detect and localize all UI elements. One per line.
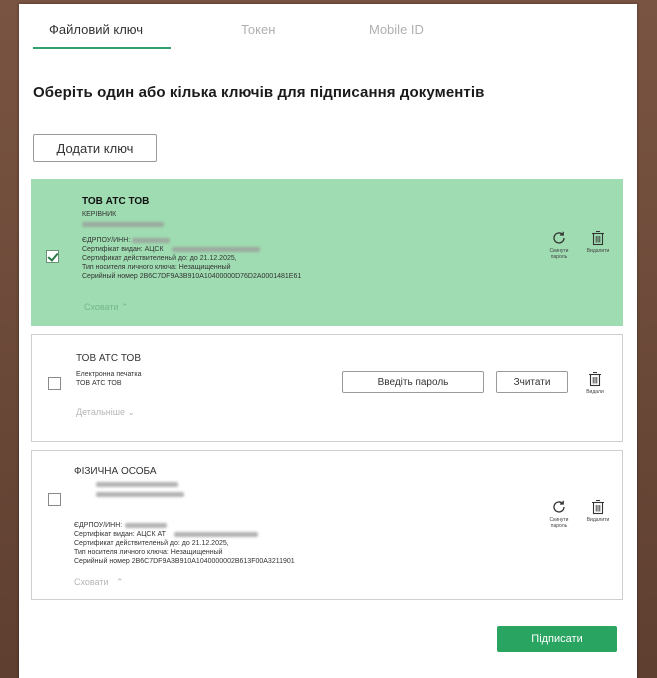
collapse-toggle[interactable]: Сховати ⌃ [84,302,129,313]
key-cert-valid: Сертификат действителеньй до: до 21.12.2… [74,540,229,547]
reset-password-label: Скинути пароль [549,248,569,260]
redacted-edrpou [125,523,167,528]
key-serial: Серийный номер 2B6C7DF9A3B910A10400000D7… [82,273,302,280]
collapse-toggle[interactable]: Сховати ⌃ [74,577,124,588]
key-carrier: Тип носителя личного ключа: Незащищенный [74,549,223,556]
page-title: Оберіть один або кілька ключів для підпи… [33,84,485,101]
tab-bar: Файловий ключ Токен Mobile ID [19,4,637,52]
trash-icon [592,230,604,246]
key-checkbox-3[interactable] [48,493,61,506]
key-checkbox-2[interactable] [48,377,61,390]
key-name: ФІЗИЧНА ОСОБА [74,466,157,477]
tab-token[interactable]: Токен [241,22,275,37]
key-card-2[interactable]: ТОВ АТС ТОВ Електронна печатка ТОВ АТС Т… [31,334,623,442]
key-card-1[interactable]: ТОВ АТС ТОВ КЕРІВНИК ЄДРПОУ/ИНН: Сертифі… [31,179,623,326]
reset-password-button[interactable]: Скинути пароль [544,230,574,260]
key-org: ТОВ АТС ТОВ [76,380,122,387]
tab-file-key[interactable]: Файловий ключ [49,22,143,37]
trash-icon [592,499,604,515]
delete-label: Видали [586,389,604,395]
key-name: ТОВ АТС ТОВ [82,196,150,207]
key-cert-valid: Сертификат действителеньй до: до 21.12.2… [82,255,237,262]
refresh-icon [553,500,565,513]
redacted-edrpou [132,238,170,243]
read-key-button[interactable]: Зчитати [496,371,568,393]
active-tab-indicator [33,47,171,49]
key-card-3[interactable]: ФІЗИЧНА ОСОБА ЄДРПОУ/ИНН: Сертифікат вид… [31,450,623,600]
key-edrpou-label: ЄДРПОУ/ИНН: [82,237,131,244]
expand-toggle[interactable]: Детальніше ⌄ [76,407,135,418]
key-checkbox-1[interactable] [46,250,59,263]
key-type: Електронна печатка [76,371,142,378]
key-name: ТОВ АТС ТОВ [76,353,141,364]
key-cert-issuer: Сертифікат видан: АЦСК [82,246,164,253]
redacted-issuer [172,247,260,252]
signing-panel: Файловий ключ Токен Mobile ID Оберіть од… [19,4,637,678]
delete-key-button[interactable]: Видалити [583,230,613,254]
reset-password-button[interactable]: Скинути пароль [544,499,574,529]
key-serial: Серийный номер 2B6C7DF9A3B910A1040000002… [74,558,295,565]
delete-key-button[interactable]: Видали [580,371,610,395]
key-edrpou-label: ЄДРПОУ/ИНН: [74,522,123,529]
delete-label: Видалити [586,248,610,254]
refresh-icon [553,231,565,244]
add-key-button[interactable]: Додати ключ [33,134,157,162]
delete-key-button[interactable]: Видалити [583,499,613,523]
key-role: КЕРІВНИК [82,211,117,218]
sign-button[interactable]: Підписати [497,626,617,652]
redacted-issuer [174,532,258,537]
reset-password-label: Скинути пароль [549,517,569,529]
redacted-name [96,482,178,487]
trash-icon [589,371,601,387]
redacted-name [96,492,184,497]
redacted-name [82,222,164,227]
tab-mobile-id[interactable]: Mobile ID [369,22,424,37]
key-cert-issuer: Сертифікат видан: АЦСК АТ [74,531,166,538]
delete-label: Видалити [586,517,610,523]
enter-password-button[interactable]: Введіть пароль [342,371,484,393]
key-carrier: Тип носителя личного ключа: Незащищенный [82,264,231,271]
